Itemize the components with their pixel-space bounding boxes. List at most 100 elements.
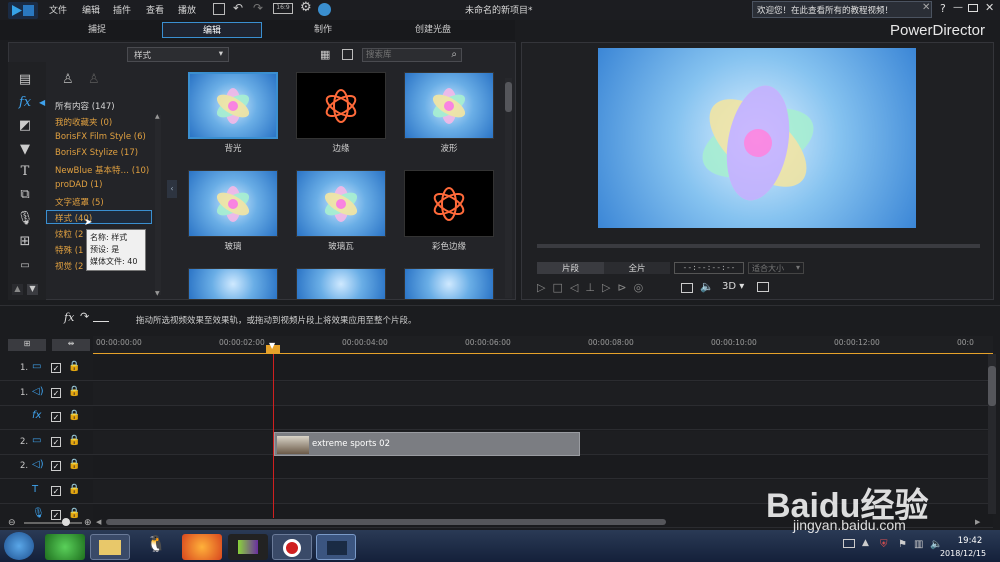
- menu-plugin[interactable]: 插件: [113, 3, 131, 16]
- fx-room-icon[interactable]: fx: [16, 95, 34, 111]
- zoom-in-icon[interactable]: ⊕: [84, 518, 92, 528]
- particle-room-icon[interactable]: ▼: [16, 142, 34, 158]
- track-manager-button[interactable]: ⊞: [8, 339, 46, 351]
- category-all[interactable]: 所有内容 (147): [55, 100, 115, 112]
- start-button[interactable]: [4, 532, 34, 560]
- timeline-hscroll-thumb[interactable]: [106, 519, 666, 525]
- category-borisfx-film[interactable]: BorisFX Film Style (6): [55, 132, 146, 142]
- track-enable-checkbox[interactable]: ✓: [51, 363, 61, 373]
- taskbar-explorer-icon[interactable]: [90, 534, 130, 560]
- close-icon[interactable]: ✕: [985, 1, 994, 14]
- tab-produce[interactable]: 制作: [273, 22, 373, 38]
- clock-time[interactable]: 19:42: [950, 536, 990, 546]
- welcome-banner[interactable]: 欢迎您！在此查看所有的教程视频！: [752, 1, 932, 18]
- effect-thumbnail[interactable]: [296, 72, 386, 139]
- category-prodad[interactable]: proDAD (1): [55, 180, 102, 190]
- mark-in-icon[interactable]: ⊥: [585, 281, 602, 294]
- lock-icon[interactable]: 🔒: [68, 484, 80, 495]
- menu-view[interactable]: 查看: [146, 3, 164, 16]
- effect-thumbnail-partial[interactable]: [404, 268, 494, 300]
- play-icon[interactable]: ▷: [537, 281, 552, 294]
- menu-edit[interactable]: 编辑: [82, 3, 100, 16]
- track-enable-checkbox[interactable]: ✓: [51, 510, 61, 520]
- undo-icon[interactable]: ↶: [233, 1, 243, 15]
- account-icon[interactable]: [318, 3, 331, 16]
- hscroll-right-icon[interactable]: ▶: [975, 518, 980, 526]
- zoom-slider[interactable]: [24, 522, 82, 524]
- taskbar-recorder-icon[interactable]: [272, 534, 312, 560]
- timeline-vscroll[interactable]: [988, 354, 996, 514]
- track-enable-checkbox[interactable]: ✓: [51, 412, 61, 422]
- save-icon[interactable]: [213, 3, 225, 15]
- category-particle[interactable]: 炫粒 (2: [55, 228, 83, 240]
- taskbar-powerdirector-icon[interactable]: [316, 534, 356, 560]
- effect-thumbnail[interactable]: [188, 72, 278, 139]
- voice-over-icon[interactable]: ⊞: [16, 234, 34, 250]
- category-visual[interactable]: 视觉 (2: [55, 260, 83, 272]
- restore-icon[interactable]: [968, 4, 978, 12]
- tray-input-icon[interactable]: [843, 539, 855, 548]
- effect-thumbnail[interactable]: [404, 72, 494, 139]
- category-scrollbar[interactable]: [155, 115, 161, 295]
- subtitle-icon[interactable]: [681, 283, 693, 293]
- effect-thumbnail[interactable]: [188, 170, 278, 237]
- effect-thumbnail[interactable]: [404, 170, 494, 237]
- fx-apply-icon[interactable]: fx: [64, 311, 74, 324]
- fx-timeline-icon[interactable]: [93, 314, 109, 322]
- timecode-display[interactable]: --:--:--:--: [674, 262, 744, 274]
- zoom-slider-thumb[interactable]: [62, 518, 70, 526]
- prev-frame-icon[interactable]: ◁: [570, 281, 585, 294]
- chapter-room-icon[interactable]: ▭: [16, 258, 34, 274]
- category-favorites[interactable]: 我的收藏夹 (0): [55, 116, 112, 128]
- movie-mode-button[interactable]: 全片: [604, 262, 670, 274]
- menu-file[interactable]: 文件: [49, 3, 67, 16]
- taskbar-qq-icon[interactable]: 🐧: [136, 534, 176, 560]
- collapse-panel-icon[interactable]: ‹: [167, 180, 177, 198]
- search-input[interactable]: [363, 49, 443, 61]
- track-enable-checkbox[interactable]: ✓: [51, 436, 61, 447]
- 3d-mode-button[interactable]: 3D ▾: [722, 281, 744, 292]
- clip-mode-button[interactable]: 片段: [537, 262, 604, 274]
- lock-icon[interactable]: 🔒: [68, 410, 80, 421]
- playhead-icon[interactable]: ▼: [269, 341, 275, 350]
- preview-video[interactable]: [598, 48, 916, 228]
- add-tag-icon[interactable]: ♙: [62, 72, 74, 87]
- taskbar-camtasia-icon[interactable]: [228, 534, 268, 560]
- clock-date[interactable]: 2018/12/15: [936, 549, 990, 558]
- volume-icon[interactable]: 🔈: [700, 280, 714, 293]
- category-newblue[interactable]: NewBlue 基本特… (10): [55, 164, 149, 176]
- zoom-out-icon[interactable]: ⊖: [8, 518, 16, 528]
- next-frame-icon[interactable]: ▷: [602, 281, 617, 294]
- transition-room-icon[interactable]: ⧉: [16, 187, 34, 203]
- lock-icon[interactable]: 🔒: [68, 361, 80, 372]
- audio-mixing-icon[interactable]: 🎙: [16, 211, 34, 227]
- grid-view-icon[interactable]: ▦: [320, 48, 330, 61]
- tab-capture[interactable]: 捕捉: [47, 22, 147, 38]
- search-field[interactable]: ⌕: [362, 48, 462, 62]
- tray-flag-icon[interactable]: ⚑: [898, 539, 907, 550]
- scroll-up-icon[interactable]: ▲: [12, 284, 23, 295]
- video-clip[interactable]: extreme sports 02: [274, 432, 580, 456]
- fast-forward-icon[interactable]: ⊳: [617, 281, 633, 294]
- category-text-mask[interactable]: 文字遮罩 (5): [55, 196, 104, 208]
- tab-disc[interactable]: 创建光盘: [383, 22, 483, 38]
- track-lane[interactable]: [93, 357, 993, 381]
- track-lane[interactable]: [93, 455, 993, 479]
- effect-thumbnail-partial[interactable]: [296, 268, 386, 300]
- lock-icon[interactable]: 🔒: [68, 508, 80, 519]
- settings-icon[interactable]: ⚙: [300, 0, 312, 15]
- track-lane[interactable]: [93, 381, 993, 406]
- tray-network-icon[interactable]: ▥: [914, 539, 923, 550]
- timeline-vscroll-thumb[interactable]: [988, 366, 996, 406]
- media-room-icon[interactable]: ▤: [16, 72, 34, 88]
- effect-thumbnail[interactable]: [296, 170, 386, 237]
- hscroll-left-icon[interactable]: ◀: [96, 518, 101, 526]
- track-enable-checkbox[interactable]: ✓: [51, 387, 61, 398]
- category-scroll-up-icon[interactable]: ▲: [155, 113, 160, 120]
- fx-track-icon[interactable]: ↷: [80, 310, 89, 323]
- scroll-down-icon[interactable]: ▼: [27, 284, 38, 295]
- tray-expand-icon[interactable]: ▲: [862, 538, 869, 548]
- search-icon[interactable]: ⌕: [451, 49, 457, 60]
- remove-tag-icon[interactable]: ♙: [88, 72, 100, 87]
- close-banner-icon[interactable]: ✕: [922, 2, 930, 13]
